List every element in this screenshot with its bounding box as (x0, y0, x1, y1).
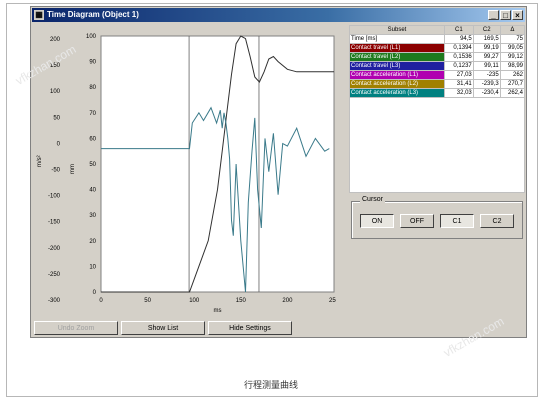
plot-area (100, 35, 335, 293)
cell-subset: Contact travel (L1) (349, 43, 445, 53)
header-c2[interactable]: C2 (472, 25, 501, 35)
time-diagram-window: ▦ Time Diagram (Object 1) _ □ × 200 150 10… (30, 6, 527, 338)
cursor-group: Cursor ON OFF C1 C2 (351, 196, 523, 239)
table-row[interactable]: Contact travel (L3) 0,1237 99,11 98,99 (349, 61, 526, 71)
x-tick-label: 0 (99, 298, 103, 304)
y-mid-tick-label: 90 (89, 60, 96, 66)
plot-panel: 200 150 100 50 0 -50 -100 -150 -200 -250 -300 m/s² 1… (34, 24, 336, 320)
y-mid-tick-label: 20 (89, 239, 96, 245)
y-mid-tick-label: 80 (89, 85, 96, 91)
y-left-tick-label: -100 (48, 194, 61, 200)
y-mid-tick-label: 100 (86, 34, 97, 40)
cursor-on-button[interactable]: ON (360, 214, 394, 228)
undo-zoom-button[interactable]: Undo Zoom (34, 321, 118, 335)
cell-subset: Time [ms] (349, 34, 445, 44)
table-row[interactable]: Contact acceleration (L1) 27,03 -235 262 (349, 70, 526, 80)
figure-caption: 行程测量曲线 (243, 380, 298, 390)
minimize-button[interactable]: _ (488, 10, 499, 20)
cursor-c2-button[interactable]: C2 (480, 214, 514, 228)
cell-subset: Contact acceleration (L2) (349, 79, 445, 89)
y-mid-tick-label: 40 (89, 188, 96, 194)
x-tick-label: 200 (282, 298, 293, 304)
header-c1[interactable]: C1 (444, 25, 474, 35)
y-mid-tick-label: 10 (89, 264, 96, 270)
y-left-tick-label: -50 (51, 168, 60, 174)
y-left-unit: m/s² (37, 155, 43, 167)
table-row[interactable]: Contact travel (L1) 0,1394 99,19 99,05 (349, 43, 526, 53)
table-row[interactable]: Contact acceleration (L2) 31,41 -239,3 270,… (349, 79, 526, 89)
cell-c1: 94,5 (444, 34, 474, 44)
table-row[interactable]: Time [ms] 94,5 169,5 75 (349, 34, 526, 44)
hide-settings-button[interactable]: Hide Settings (208, 321, 292, 335)
close-button[interactable]: × (512, 10, 523, 20)
x-tick-label: 100 (189, 298, 200, 304)
app-icon: ▦ (34, 10, 44, 20)
y-left-tick-label: -200 (48, 246, 61, 252)
x-tick-label: 250 (329, 298, 336, 304)
y-left-tick-label: -150 (48, 220, 61, 226)
cell-delta: 99,12 (499, 52, 526, 62)
header-subset[interactable]: Subset (349, 25, 445, 35)
y-mid-tick-label: 30 (89, 213, 96, 219)
cell-c1: 31,41 (444, 79, 474, 89)
x-axis-label: ms (214, 308, 222, 314)
show-list-button[interactable]: Show List (121, 321, 205, 335)
cell-c2: 99,19 (472, 43, 501, 53)
table-empty-area (349, 97, 525, 193)
y-left-tick-label: 50 (53, 115, 60, 121)
y-left-tick-label: 200 (50, 37, 61, 43)
y-mid-unit: mm (70, 164, 76, 174)
cell-delta: 99,05 (499, 43, 526, 53)
title-bar: ▦ Time Diagram (Object 1) _ □ × (32, 8, 525, 22)
cell-c1: 0,1394 (444, 43, 474, 53)
y-left-tick-label: -250 (48, 272, 61, 278)
cursor-legend: Cursor (360, 196, 386, 203)
cell-c2: 169,5 (472, 34, 501, 44)
cursor-off-button[interactable]: OFF (400, 214, 434, 228)
maximize-button[interactable]: □ (500, 10, 511, 20)
y-left-tick-label: 100 (50, 89, 61, 95)
cell-delta: 75 (499, 34, 526, 44)
table-row[interactable]: Contact travel (L2) 0,1536 99,27 99,12 (349, 52, 526, 62)
cell-c2: -235 (472, 70, 501, 80)
y-left-tick-label: -300 (48, 298, 61, 304)
cell-subset: Contact travel (L3) (349, 61, 445, 71)
x-tick-label: 50 (144, 298, 151, 304)
time-diagram-chart[interactable]: 200150100500-50-100-150-200-250-300m/s²1… (34, 24, 336, 320)
cell-subset: Contact travel (L2) (349, 52, 445, 62)
cell-c2: -239,3 (472, 79, 501, 89)
x-tick-label: 150 (236, 298, 247, 304)
cell-c1: 27,03 (444, 70, 474, 80)
window-title: Time Diagram (Object 1) (47, 10, 139, 19)
cell-subset: Contact acceleration (L1) (349, 70, 445, 80)
y-left-tick-label: 0 (57, 141, 61, 147)
cell-c1: 0,1536 (444, 52, 474, 62)
cell-c2: 99,11 (472, 61, 501, 71)
subset-table: Subset C1 C2 Δ Time [ms] 94,5 169,5 75 Conta… (349, 25, 526, 98)
table-header-row: Subset C1 C2 Δ (349, 25, 526, 35)
cursor-c1-button[interactable]: C1 (440, 214, 474, 228)
cell-delta: 262 (499, 70, 526, 80)
header-delta[interactable]: Δ (499, 25, 526, 35)
y-mid-tick-label: 60 (89, 136, 96, 142)
y-mid-tick-label: 70 (89, 111, 96, 117)
cell-c1: 0,1237 (444, 61, 474, 71)
y-mid-tick-label: 50 (89, 162, 96, 168)
cell-delta: 98,99 (499, 61, 526, 71)
cell-c2: 99,27 (472, 52, 501, 62)
y-mid-tick-label: 0 (93, 290, 97, 296)
cell-delta: 270,7 (499, 79, 526, 89)
